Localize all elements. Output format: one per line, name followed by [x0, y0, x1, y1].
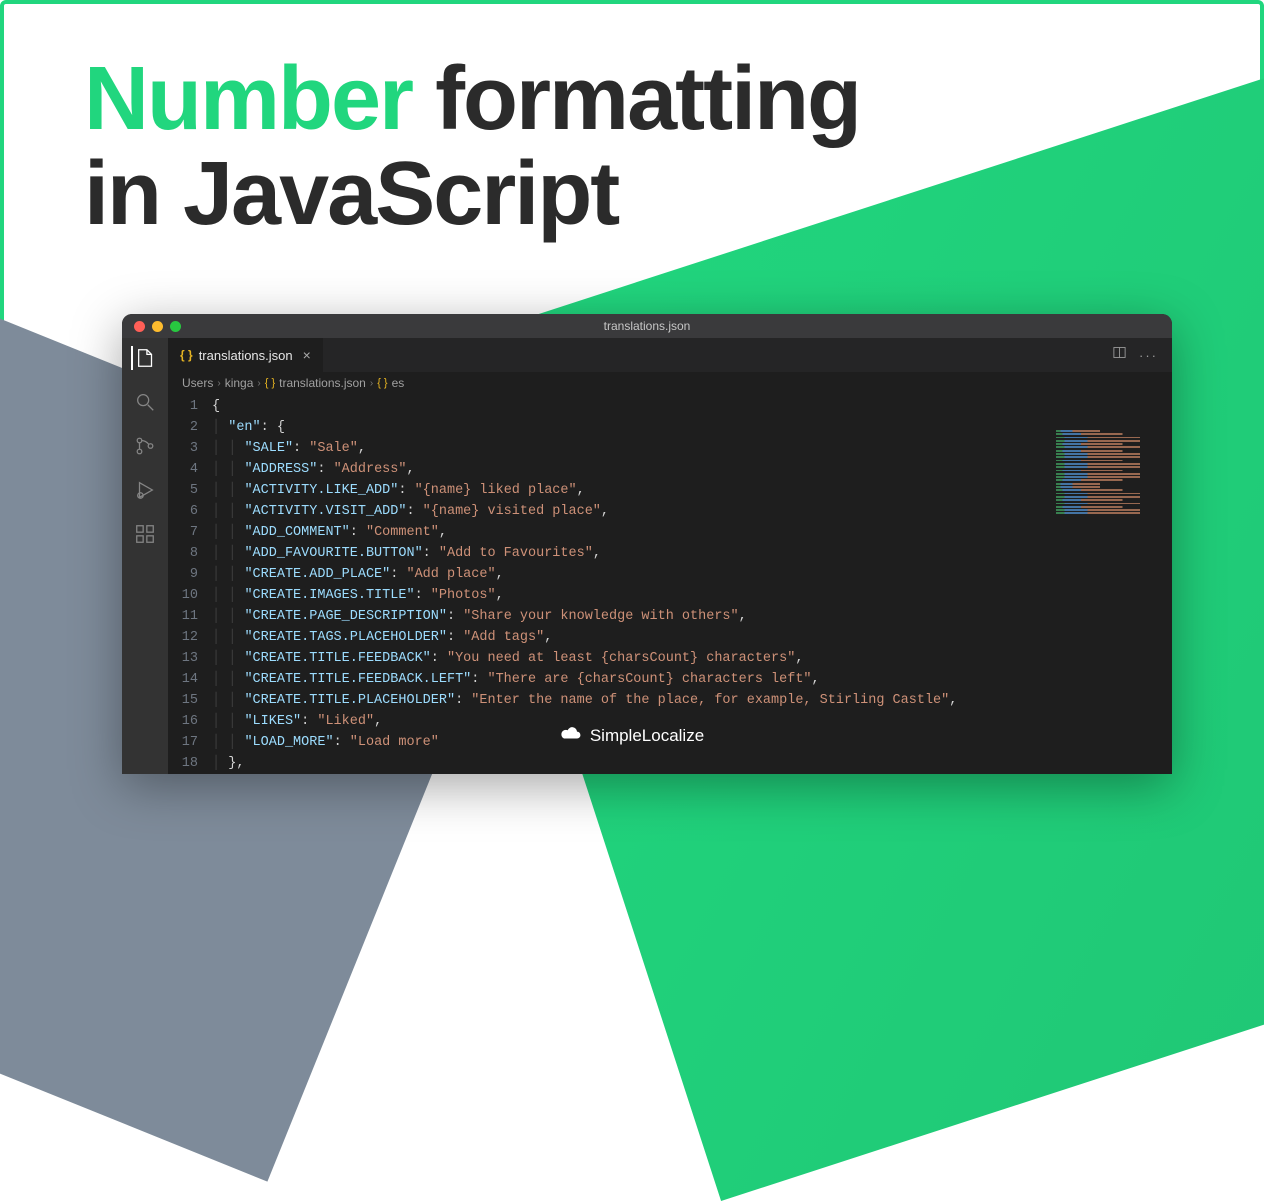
- page-title: Number formatting in JavaScript: [4, 4, 1260, 243]
- main-area: { } translations.json × ··· Users › king…: [168, 338, 1172, 774]
- run-debug-icon[interactable]: [133, 478, 157, 502]
- cloud-icon: [560, 725, 582, 746]
- search-icon[interactable]: [133, 390, 157, 414]
- chevron-right-icon: ›: [217, 378, 220, 389]
- split-editor-icon[interactable]: [1112, 345, 1127, 365]
- close-tab-icon[interactable]: ×: [303, 347, 311, 363]
- tab-label: translations.json: [199, 348, 293, 363]
- editor-body: { } translations.json × ··· Users › king…: [122, 338, 1172, 774]
- more-actions-icon[interactable]: ···: [1139, 348, 1158, 363]
- code-area[interactable]: 123456789101112131415161718 {│ "en": {│ …: [168, 394, 1172, 774]
- breadcrumbs[interactable]: Users › kinga › { } translations.json › …: [168, 372, 1172, 394]
- title-accent: Number: [84, 49, 412, 149]
- breadcrumb-seg[interactable]: es: [392, 376, 405, 390]
- chevron-right-icon: ›: [370, 378, 373, 389]
- line-numbers: 123456789101112131415161718: [168, 394, 212, 774]
- close-window-button[interactable]: [134, 321, 145, 332]
- editor-window: translations.json { } tran: [122, 314, 1172, 774]
- traffic-lights: [122, 321, 181, 332]
- extensions-icon[interactable]: [133, 522, 157, 546]
- breadcrumb-seg[interactable]: translations.json: [279, 376, 366, 390]
- tab-translations-json[interactable]: { } translations.json ×: [168, 338, 323, 372]
- minimize-window-button[interactable]: [152, 321, 163, 332]
- chevron-right-icon: ›: [257, 378, 260, 389]
- explorer-icon[interactable]: [131, 346, 157, 370]
- tab-bar: { } translations.json × ···: [168, 338, 1172, 372]
- activity-bar: [122, 338, 168, 774]
- brand-footer: SimpleLocalize: [560, 725, 704, 746]
- json-icon: { }: [180, 348, 193, 362]
- breadcrumb-seg[interactable]: kinga: [225, 376, 254, 390]
- title-rest-2: in JavaScript: [84, 144, 618, 244]
- title-rest-1: formatting: [435, 49, 860, 149]
- json-icon: { }: [265, 377, 275, 389]
- brand-text: SimpleLocalize: [590, 726, 704, 746]
- source-control-icon[interactable]: [133, 434, 157, 458]
- code-content[interactable]: {│ "en": {│ │ "SALE": "Sale",│ │ "ADDRES…: [212, 394, 1172, 774]
- json-icon: { }: [377, 377, 387, 389]
- breadcrumb-seg[interactable]: Users: [182, 376, 213, 390]
- maximize-window-button[interactable]: [170, 321, 181, 332]
- titlebar: translations.json: [122, 314, 1172, 338]
- window-title: translations.json: [604, 319, 691, 333]
- tab-actions: ···: [1112, 338, 1172, 372]
